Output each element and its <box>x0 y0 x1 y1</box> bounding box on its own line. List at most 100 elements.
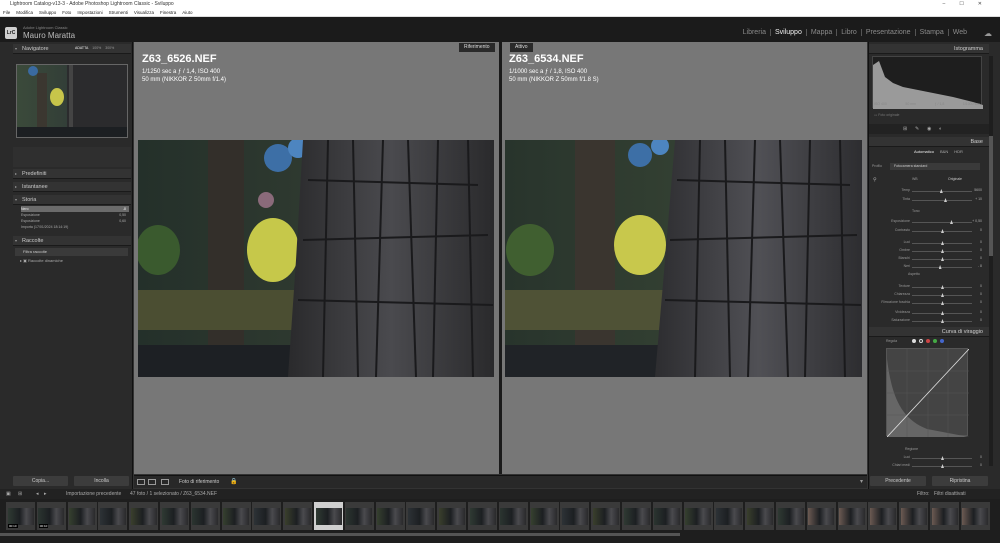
collections-header[interactable]: Raccolte <box>13 236 131 246</box>
zoom-300[interactable]: 300% <box>105 46 114 50</box>
menu-edit[interactable]: Modifica <box>16 9 33 16</box>
slider-row[interactable]: Vividezza 0 <box>872 310 982 316</box>
filmstrip-thumbnail[interactable] <box>837 502 867 530</box>
treatment-auto[interactable]: Automatico <box>914 149 934 154</box>
module-develop[interactable]: Sviluppo <box>769 29 806 36</box>
slider-row[interactable]: Texture 0 <box>872 284 982 290</box>
filmstrip-thumbnail[interactable] <box>683 502 713 530</box>
histogram-header[interactable]: Istogramma <box>869 44 989 54</box>
secondary-display-icon[interactable]: ▣ <box>6 489 11 499</box>
navigator-preview[interactable] <box>16 64 128 138</box>
grid-icon[interactable]: ⊞ <box>18 489 22 499</box>
filmstrip-thumbnail[interactable] <box>314 502 343 530</box>
curve-blue-icon[interactable] <box>940 339 944 343</box>
toolbar-menu-icon[interactable]: ▾ <box>860 478 863 485</box>
filmstrip-thumbnail[interactable] <box>591 502 621 530</box>
module-map[interactable]: Mappa <box>805 29 836 36</box>
filmstrip-thumbnail[interactable] <box>529 502 559 530</box>
zoom-100[interactable]: 100% <box>92 46 101 50</box>
slider-value[interactable]: 0 <box>980 256 982 260</box>
menu-window[interactable]: Finestra <box>160 9 176 16</box>
tone-curve-graph[interactable] <box>886 348 970 438</box>
menu-photo[interactable]: Foto <box>62 9 71 16</box>
filmstrip-thumbnail[interactable] <box>252 502 282 530</box>
swap-icon[interactable] <box>161 479 169 485</box>
module-library[interactable]: Libreria <box>739 29 770 36</box>
compare-view-icon[interactable] <box>148 479 156 485</box>
slider-row[interactable]: Neri - 8 <box>872 264 982 270</box>
history-item[interactable]: Importa (17/01/2024 18:14:19) <box>21 224 129 230</box>
slider-row[interactable]: Esposizione + 0,50 <box>872 219 982 225</box>
smart-collections[interactable]: ▸ ▣ Raccolte dinamiche <box>20 258 63 263</box>
copy-button[interactable]: Copia... <box>13 476 68 486</box>
filmstrip-thumbnail[interactable] <box>622 502 651 530</box>
filmstrip-thumbnail[interactable] <box>960 502 990 530</box>
curve-rgb-icon[interactable] <box>919 339 923 343</box>
curve-green-icon[interactable] <box>933 339 937 343</box>
filmstrip-thumbnail[interactable] <box>437 502 467 530</box>
right-scrollbar-thumb[interactable] <box>989 136 993 256</box>
slider-row[interactable]: Chiarezza 0 <box>872 292 982 298</box>
filmstrip-thumbnail[interactable] <box>468 502 497 530</box>
slider-value[interactable]: - 8 <box>978 264 982 268</box>
filmstrip-thumbnail[interactable] <box>129 502 159 530</box>
filmstrip-thumbnail[interactable] <box>98 502 128 530</box>
crop-tool-icon[interactable]: ⊞ <box>903 126 907 132</box>
filmstrip-thumbnail[interactable] <box>930 502 959 530</box>
module-print[interactable]: Stampa <box>914 29 948 36</box>
menu-tools[interactable]: Strumenti <box>109 9 128 16</box>
slider-value[interactable]: 0 <box>980 240 982 244</box>
filmstrip-thumbnail[interactable] <box>868 502 898 530</box>
basic-header[interactable]: Base <box>869 137 989 147</box>
filmstrip-thumbnail[interactable] <box>498 502 528 530</box>
slider-value[interactable]: + 0,50 <box>972 219 982 223</box>
mask-tool-icon[interactable]: ◐ <box>939 126 942 132</box>
slider-row[interactable]: Ombre 0 <box>872 248 982 254</box>
reference-photo[interactable] <box>138 140 494 377</box>
history-header[interactable]: Storia <box>13 195 131 205</box>
cloud-icon[interactable]: ☁ <box>984 29 992 38</box>
menu-help[interactable]: Aiuto <box>182 9 192 16</box>
menu-file[interactable]: File <box>3 9 10 16</box>
filmstrip-thumbnail[interactable] <box>899 502 929 530</box>
filmstrip-thumbnail[interactable] <box>67 502 97 530</box>
tone-curve-header[interactable]: Curva di viraggio <box>869 327 989 337</box>
filmstrip-thumbnail[interactable] <box>406 502 436 530</box>
filmstrip-thumbnail[interactable]: 00:10 <box>36 502 66 530</box>
slider-row[interactable]: Luci 0 <box>872 240 982 246</box>
filmstrip-thumbnail[interactable] <box>375 502 405 530</box>
slider-value[interactable]: 0 <box>980 310 982 314</box>
collection-filter[interactable]: Filtra raccolte <box>15 248 128 256</box>
slider-value[interactable]: + 10 <box>975 197 982 201</box>
snapshots-header[interactable]: Istantanee <box>13 182 131 192</box>
slider-value[interactable]: 0 <box>980 228 982 232</box>
slider-value[interactable]: 0 <box>980 292 982 296</box>
profile-select[interactable]: Fotocamera standard <box>890 163 980 170</box>
slider-track[interactable] <box>912 267 972 268</box>
filmstrip-scrollbar[interactable] <box>0 533 680 536</box>
menu-develop[interactable]: Sviluppo <box>39 9 56 16</box>
filmstrip-thumbnail[interactable] <box>560 502 590 530</box>
loupe-view-icon[interactable] <box>137 479 145 485</box>
forward-icon[interactable]: ▸ <box>44 489 47 499</box>
slider-value[interactable]: 0 <box>980 300 982 304</box>
right-scrollbar[interactable] <box>989 56 993 466</box>
filmstrip-thumbnail[interactable] <box>652 502 682 530</box>
filmstrip-thumbnail[interactable] <box>221 502 251 530</box>
filmstrip-thumbnail[interactable] <box>714 502 744 530</box>
module-slideshow[interactable]: Presentazione <box>860 29 915 36</box>
heal-tool-icon[interactable]: ✎ <box>915 126 919 132</box>
menu-view[interactable]: Visualizza <box>134 9 154 16</box>
histogram[interactable] <box>872 56 983 109</box>
filmstrip-thumbnail[interactable] <box>806 502 836 530</box>
redeye-tool-icon[interactable]: ◉ <box>927 126 931 132</box>
filmstrip-thumbnail[interactable] <box>160 502 189 530</box>
filmstrip-thumbnail[interactable] <box>776 502 805 530</box>
slider-row[interactable]: Tinta + 10 <box>872 197 982 203</box>
slider-row[interactable]: Temp 5600 <box>872 188 982 194</box>
slider-value[interactable]: 0 <box>980 318 982 322</box>
module-web[interactable]: Web <box>947 29 971 36</box>
module-book[interactable]: Libro <box>836 29 861 36</box>
region-slider-row[interactable]: Chiari medi 0 <box>872 463 982 469</box>
lock-icon[interactable]: 🔒 <box>230 478 237 485</box>
